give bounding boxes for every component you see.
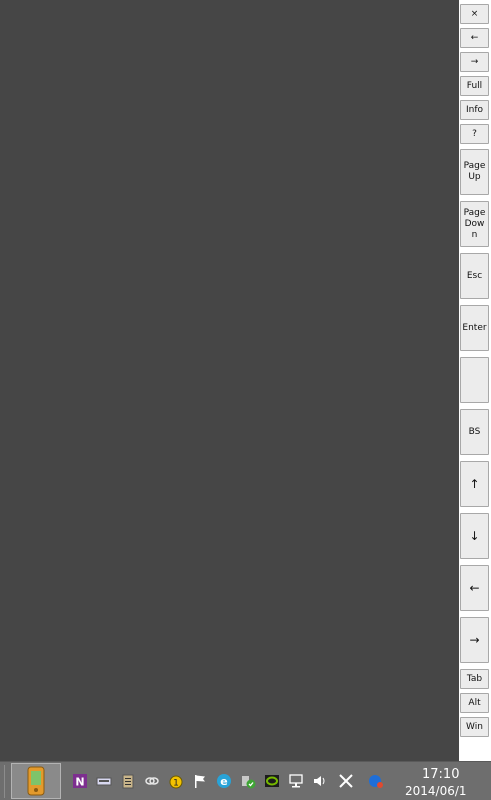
tablet-keyboard-icon[interactable] [95, 772, 113, 790]
close-x-icon[interactable] [337, 772, 355, 790]
edge-ie-icon[interactable]: e [215, 772, 233, 790]
alert-shield-icon[interactable]: 1 [167, 772, 185, 790]
svg-text:1: 1 [173, 779, 179, 789]
clock-date: 2014/06/1 [405, 784, 467, 798]
alt-key[interactable]: Alt [460, 693, 489, 713]
onenote-icon[interactable]: N [71, 772, 89, 790]
back-button[interactable]: ← [460, 28, 489, 48]
close-button[interactable]: × [460, 4, 489, 24]
windows-key[interactable]: Win [460, 717, 489, 737]
onedrive-blue-icon[interactable] [367, 772, 385, 790]
blank-key[interactable] [460, 357, 489, 403]
nvidia-icon[interactable] [263, 772, 281, 790]
arrow-down-key[interactable]: ↓ [460, 513, 489, 559]
taskbar: N 1 e 17:10 2014/06/1 [0, 761, 491, 800]
clipboard-icon[interactable] [119, 772, 137, 790]
svg-text:N: N [75, 776, 84, 789]
remote-desktop-canvas[interactable] [0, 0, 459, 761]
forward-button[interactable]: → [460, 52, 489, 72]
arrow-right-key[interactable]: → [460, 617, 489, 663]
taskbar-divider [4, 765, 5, 798]
help-button[interactable]: ? [460, 124, 489, 144]
page-up-key[interactable]: PageUp [460, 149, 489, 195]
escape-key[interactable]: Esc [460, 253, 489, 299]
network-icon[interactable] [287, 772, 305, 790]
tab-key[interactable]: Tab [460, 669, 489, 689]
device-phone-icon[interactable] [11, 763, 61, 799]
enter-key[interactable]: Enter [460, 305, 489, 351]
system-clock[interactable]: 17:10 2014/06/1 [402, 766, 491, 800]
link-icon[interactable] [143, 772, 161, 790]
info-button[interactable]: Info [460, 100, 489, 120]
fullscreen-button[interactable]: Full [460, 76, 489, 96]
action-center-flag-icon[interactable] [191, 772, 209, 790]
arrow-up-key[interactable]: ↑ [460, 461, 489, 507]
backspace-key[interactable]: BS [460, 409, 489, 455]
svg-text:e: e [220, 775, 227, 788]
page-down-key[interactable]: PageDown [460, 201, 489, 247]
volume-icon[interactable] [311, 772, 329, 790]
shield-check-icon[interactable] [239, 772, 257, 790]
clock-time: 17:10 [422, 767, 460, 782]
arrow-left-key[interactable]: ← [460, 565, 489, 611]
